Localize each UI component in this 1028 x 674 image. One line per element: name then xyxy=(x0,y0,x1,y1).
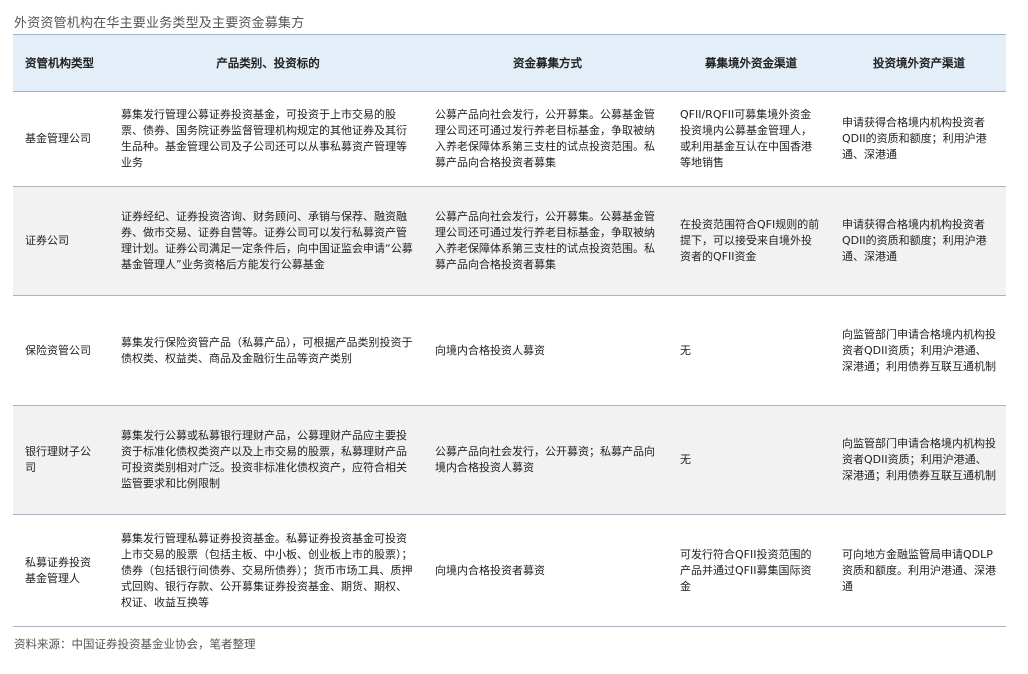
header-products: 产品类别、投资标的 xyxy=(111,34,425,92)
cell-institution-type: 银行理财子公司 xyxy=(13,405,111,515)
cell-products: 募集发行公募或私募银行理财产品，公募理财产品应主要投资于标准化债权类资产以及上市… xyxy=(111,405,425,515)
header-fundraising: 资金募集方式 xyxy=(425,34,670,92)
header-row: 资管机构类型 产品类别、投资标的 资金募集方式 募集境外资金渠道 投资境外资产渠… xyxy=(13,34,1006,92)
cell-institution-type: 基金管理公司 xyxy=(13,91,111,187)
cell-overseas-funds: 无 xyxy=(670,405,832,515)
cell-fundraising: 公募产品向社会发行，公开募集。公募基金管理公司还可通过发行养老目标基金，争取被纳… xyxy=(425,91,670,187)
cell-overseas-funds: 无 xyxy=(670,295,832,406)
table-row: 银行理财子公司 募集发行公募或私募银行理财产品，公募理财产品应主要投资于标准化债… xyxy=(13,405,1006,515)
cell-overseas-assets: 申请获得合格境内机构投资者QDII的资质和额度；利用沪港通、深港通 xyxy=(832,91,1006,187)
header-overseas-assets: 投资境外资产渠道 xyxy=(832,34,1006,92)
cell-institution-type: 证券公司 xyxy=(13,186,111,296)
cell-overseas-funds: QFII/RQFII可募集境外资金投资境内公募基金管理人，或利用基金互认在中国香… xyxy=(670,91,832,187)
cell-overseas-assets: 申请获得合格境内机构投资者QDII的资质和额度；利用沪港通、深港通 xyxy=(832,186,1006,296)
cell-institution-type: 私募证券投资基金管理人 xyxy=(13,514,111,627)
cell-overseas-assets: 向监管部门申请合格境内机构投资者QDII资质；利用沪港通、深港通；利用债券互联互… xyxy=(832,295,1006,406)
cell-fundraising: 向境内合格投资人募资 xyxy=(425,295,670,406)
cell-institution-type: 保险资管公司 xyxy=(13,295,111,406)
header-overseas-funds: 募集境外资金渠道 xyxy=(670,34,832,92)
cell-overseas-funds: 可发行符合QFII投资范围的产品并通过QFII募集国际资金 xyxy=(670,514,832,627)
cell-fundraising: 公募产品向社会发行，公开募集。公募基金管理公司还可通过发行养老目标基金，争取被纳… xyxy=(425,186,670,296)
cell-fundraising: 向境内合格投资者募资 xyxy=(425,514,670,627)
cell-overseas-funds: 在投资范围符合QFI规则的前提下，可以接受来自境外投资者的QFII资金 xyxy=(670,186,832,296)
table-row: 私募证券投资基金管理人 募集发行管理私募证券投资基金。私募证券投资基金可投资上市… xyxy=(13,514,1006,627)
table-title: 外资资管机构在华主要业务类型及主要资金募集方 xyxy=(14,16,305,31)
cell-products: 募集发行管理公募证券投资基金，可投资于上市交易的股票、债券、国务院证券监督管理机… xyxy=(111,91,425,187)
cell-fundraising: 公募产品向社会发行，公开募资；私募产品向境内合格投资人募资 xyxy=(425,405,670,515)
cell-products: 证券经纪、证券投资咨询、财务顾问、承销与保荐、融资融券、做市交易、证券自营等。证… xyxy=(111,186,425,296)
cell-overseas-assets: 可向地方金融监管局申请QDLP资质和额度。利用沪港通、深港通 xyxy=(832,514,1006,627)
cell-products: 募集发行管理私募证券投资基金。私募证券投资基金可投资上市交易的股票（包括主板、中… xyxy=(111,514,425,627)
table-row: 证券公司 证券经纪、证券投资咨询、财务顾问、承销与保荐、融资融券、做市交易、证券… xyxy=(13,186,1006,296)
page: 外资资管机构在华主要业务类型及主要资金募集方 资管机构类型 产品类别、投资标的 … xyxy=(0,0,1028,674)
header-institution-type: 资管机构类型 xyxy=(13,34,111,92)
business-type-table: 资管机构类型 产品类别、投资标的 资金募集方式 募集境外资金渠道 投资境外资产渠… xyxy=(13,34,1006,627)
table-row: 保险资管公司 募集发行保险资管产品（私募产品），可根据产品类别投资于债权类、权益… xyxy=(13,295,1006,406)
table-row: 基金管理公司 募集发行管理公募证券投资基金，可投资于上市交易的股票、债券、国务院… xyxy=(13,91,1006,187)
source-note: 资料来源：中国证券投资基金业协会，笔者整理 xyxy=(14,637,256,651)
cell-products: 募集发行保险资管产品（私募产品），可根据产品类别投资于债权类、权益类、商品及金融… xyxy=(111,295,425,406)
cell-overseas-assets: 向监管部门申请合格境内机构投资者QDII资质；利用沪港通、深港通；利用债券互联互… xyxy=(832,405,1006,515)
